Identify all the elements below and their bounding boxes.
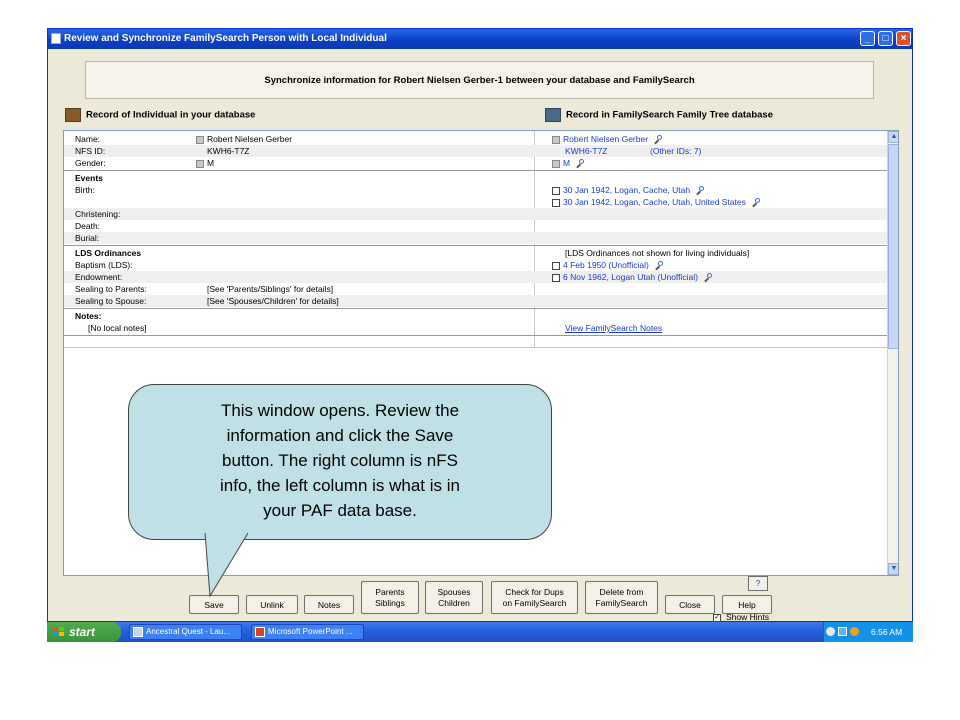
callout-text: This window opens. Review the informatio… [140,398,540,523]
callout-line: button. The right column is nFS [222,451,458,470]
callout-line: This window opens. Review the [220,401,460,420]
callout-pointer [204,532,249,598]
callout-line: your PAF data base. [263,501,417,520]
callout-line: info, the left column is what is in [219,476,460,495]
callout-line: information and click the Save [226,426,454,445]
